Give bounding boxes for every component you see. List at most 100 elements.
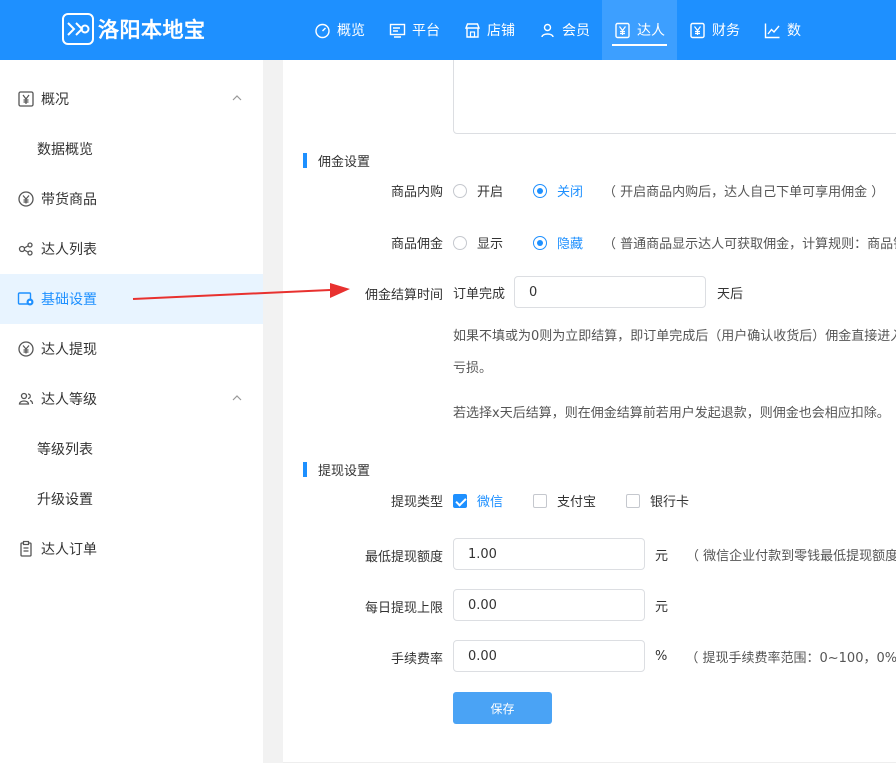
radio-inner-purchase-on[interactable]	[453, 183, 467, 198]
withdraw-section-title: 提现设置	[303, 461, 371, 479]
sidebar: 概况 数据概览 带货商品 达人列表 基础设置 达人提现 达人等级 等级列表 升级…	[0, 60, 263, 763]
sidebar-item-label: 达人订单	[41, 542, 97, 558]
chart-icon	[764, 22, 781, 39]
settle-note-line-2: 亏损。	[453, 361, 493, 376]
commission-display-hint: （ 普通商品显示达人可获取佣金，计算规则：商品销	[603, 237, 896, 252]
sidebar-item-level-list[interactable]: 等级列表	[0, 424, 263, 474]
sidebar-item-upgrade-settings[interactable]: 升级设置	[0, 474, 263, 524]
settle-time-prefix: 订单完成	[453, 286, 506, 302]
radio-inner-purchase-off[interactable]	[533, 183, 548, 198]
user-icon	[539, 22, 556, 39]
chevron-up-icon[interactable]	[231, 392, 243, 404]
fee-rate-input[interactable]: 0.00	[453, 640, 645, 672]
section-title-text: 佣金设置	[318, 154, 371, 170]
sidebar-item-label: 达人列表	[41, 242, 97, 258]
settings-screen-icon	[17, 290, 35, 308]
nav-overview-label: 概览	[337, 23, 365, 39]
nav-member[interactable]: 会员	[527, 0, 602, 60]
settle-time-suffix: 天后	[717, 286, 744, 302]
users-icon	[17, 390, 35, 408]
description-textarea[interactable]	[453, 60, 896, 134]
yen-box-icon	[17, 90, 35, 108]
sidebar-item-overview[interactable]: 概况	[0, 74, 263, 124]
main-nav: 概览 平台 店铺 会员 达人 财务 数	[302, 0, 813, 60]
top-navbar: 洛阳本地宝 概览 平台 店铺 会员 达人 财务 数	[0, 0, 896, 60]
yen-circle-icon	[17, 190, 35, 208]
checkbox-label-bank-card[interactable]: 银行卡	[650, 491, 689, 510]
nav-data[interactable]: 数	[752, 0, 813, 60]
nav-finance[interactable]: 财务	[677, 0, 752, 60]
dashboard-icon	[314, 22, 331, 39]
checkbox-label-alipay[interactable]: 支付宝	[557, 491, 596, 510]
inner-purchase-radio-group: 开启 关闭 （ 开启商品内购后，达人自己下单可享用佣金 ）	[453, 181, 884, 200]
nav-platform[interactable]: 平台	[377, 0, 452, 60]
sidebar-item-levels[interactable]: 达人等级	[0, 374, 263, 424]
fee-rate-unit: %	[655, 648, 668, 664]
monitor-icon	[389, 22, 406, 39]
nav-overview[interactable]: 概览	[302, 0, 377, 60]
section-title-text: 提现设置	[318, 463, 371, 479]
commission-display-label: 商品佣金	[390, 237, 443, 252]
nav-store[interactable]: 店铺	[452, 0, 527, 60]
sidebar-item-data-overview[interactable]: 数据概览	[0, 124, 263, 174]
min-amount-row: 1.00 元 （ 微信企业付款到零钱最低提现额度不	[453, 538, 896, 570]
nav-influencer-label: 达人	[637, 23, 665, 39]
nav-platform-label: 平台	[412, 23, 440, 39]
daily-limit-input[interactable]: 0.00	[453, 589, 645, 621]
nav-data-label: 数	[787, 23, 801, 39]
radio-label-hide[interactable]: 隐藏	[557, 233, 583, 252]
sidebar-item-label: 升级设置	[37, 492, 93, 508]
app-logo[interactable]: 洛阳本地宝	[62, 13, 206, 45]
yen-box-icon	[689, 22, 706, 39]
sidebar-item-basic-settings[interactable]: 基础设置	[0, 274, 263, 324]
sidebar-item-influencer-list[interactable]: 达人列表	[0, 224, 263, 274]
inner-purchase-hint: （ 开启商品内购后，达人自己下单可享用佣金 ）	[603, 185, 885, 200]
settle-time-label: 佣金结算时间	[364, 288, 443, 303]
radio-commission-show[interactable]	[453, 235, 467, 250]
store-icon	[464, 22, 481, 39]
sidebar-item-withdraw[interactable]: 达人提现	[0, 324, 263, 374]
radio-label-show[interactable]: 显示	[477, 233, 503, 252]
yen-circle-icon	[17, 340, 35, 358]
chevron-up-icon[interactable]	[231, 92, 243, 104]
checkbox-wechat[interactable]	[453, 493, 467, 508]
nav-influencer[interactable]: 达人	[602, 0, 677, 60]
radio-commission-hide[interactable]	[533, 235, 548, 250]
min-amount-hint: （ 微信企业付款到零钱最低提现额度不	[686, 548, 896, 564]
sidebar-item-label: 概况	[41, 92, 69, 108]
network-icon	[17, 240, 35, 258]
save-button[interactable]: 保存	[453, 692, 552, 724]
yen-box-icon	[614, 22, 631, 39]
withdraw-type-checkbox-group: 微信 支付宝 银行卡	[453, 491, 719, 510]
logo-icon	[62, 13, 94, 45]
fee-rate-label: 手续费率	[390, 652, 443, 667]
sidebar-item-label: 带货商品	[41, 192, 97, 208]
settle-days-input[interactable]: 0	[514, 276, 707, 308]
settle-time-row: 订单完成 0 天后	[453, 276, 743, 308]
withdraw-type-label: 提现类型	[390, 495, 443, 510]
inner-purchase-label: 商品内购	[390, 185, 443, 200]
fee-rate-row: 0.00 % （ 提现手续费率范围：0~100，0%、1	[453, 640, 896, 672]
app-name: 洛阳本地宝	[98, 18, 206, 42]
settle-note-refund: 若选择x天后结算，则在佣金结算前若用户发起退款，则佣金也会相应扣除。	[453, 406, 890, 421]
checkbox-alipay[interactable]	[533, 493, 548, 508]
settle-note-line-1: 如果不填或为0则为立即结算，即订单完成后（用户确认收货后）佣金直接进入	[453, 329, 896, 344]
sidebar-item-label: 达人提现	[41, 342, 97, 358]
sidebar-item-products[interactable]: 带货商品	[0, 174, 263, 224]
checkbox-label-wechat[interactable]: 微信	[477, 491, 503, 510]
commission-section-title: 佣金设置	[303, 152, 371, 170]
sidebar-item-label: 达人等级	[41, 392, 97, 408]
commission-display-radio-group: 显示 隐藏 （ 普通商品显示达人可获取佣金，计算规则：商品销	[453, 233, 896, 252]
fee-rate-hint: （ 提现手续费率范围：0~100，0%、1	[685, 650, 896, 666]
daily-limit-unit: 元	[655, 599, 669, 615]
radio-label-off[interactable]: 关闭	[557, 181, 583, 200]
nav-member-label: 会员	[562, 23, 590, 39]
min-amount-input[interactable]: 1.00	[453, 538, 645, 570]
sidebar-item-label: 等级列表	[37, 442, 93, 458]
min-amount-label: 最低提现额度	[364, 550, 443, 565]
settings-panel: 佣金设置 商品内购 开启 关闭 （ 开启商品内购后，达人自己下单可享用佣金 ） …	[283, 60, 896, 763]
nav-store-label: 店铺	[487, 23, 515, 39]
radio-label-on[interactable]: 开启	[477, 181, 503, 200]
checkbox-bank-card[interactable]	[626, 493, 641, 508]
sidebar-item-orders[interactable]: 达人订单	[0, 524, 263, 574]
